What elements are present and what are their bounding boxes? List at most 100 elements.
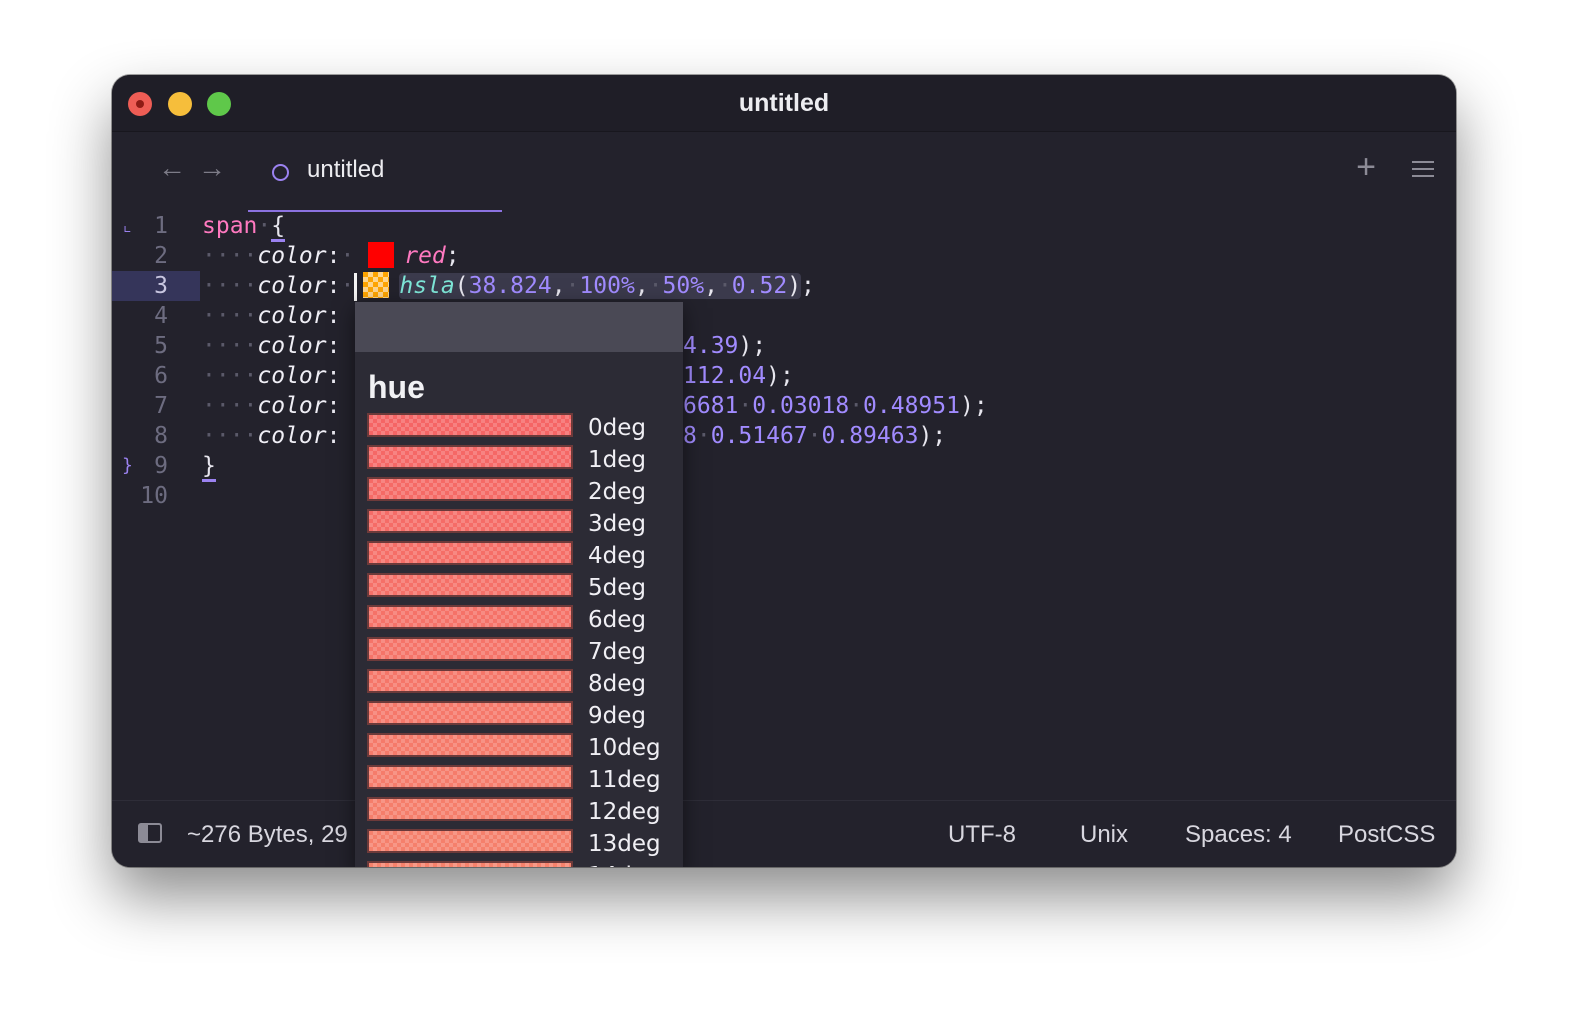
syntax-selector[interactable]: PostCSS <box>1338 821 1435 849</box>
window-title: untitled <box>738 89 830 117</box>
hue-color-bar <box>367 669 573 693</box>
indentation-selector[interactable]: Spaces: 4 <box>1185 821 1292 849</box>
forward-arrow-icon[interactable]: → <box>198 154 226 182</box>
text-cursor <box>354 272 358 301</box>
hue-color-bar <box>367 733 573 757</box>
hue-color-bar <box>367 861 573 867</box>
hue-option[interactable]: 5deg <box>367 573 683 605</box>
hue-color-bar <box>367 797 573 821</box>
line-number: 8 <box>154 423 168 449</box>
code-line: 2 ····color:· red; <box>112 241 1456 271</box>
hue-option-label: 9deg <box>588 703 646 729</box>
code-line: } 9 } <box>112 451 1456 482</box>
hue-option[interactable]: 6deg <box>367 605 683 637</box>
line-number: 4 <box>154 303 168 329</box>
hue-color-bar <box>367 765 573 789</box>
code-line: 6 ····color: 112.04); <box>112 361 1456 391</box>
line-number: 7 <box>154 393 168 419</box>
line-endings-selector[interactable]: Unix <box>1080 821 1128 849</box>
line-code: ····color: <box>202 363 341 389</box>
tab-bar: ← → untitled + <box>112 132 1456 212</box>
tab-label: untitled <box>307 156 385 183</box>
line-number: 9 <box>154 453 168 479</box>
hue-option-label: 2deg <box>588 479 646 505</box>
hue-option[interactable]: 9deg <box>367 701 683 733</box>
hue-option-label: 14deg <box>588 863 661 867</box>
hue-option[interactable]: 2deg <box>367 477 683 509</box>
hue-option-label: 3deg <box>588 511 646 537</box>
line-code: } <box>202 451 216 482</box>
hue-option-label: 5deg <box>588 575 646 601</box>
code-line: ⌞ 1 span·{ <box>112 211 1456 242</box>
hue-option[interactable]: 4deg <box>367 541 683 573</box>
tab-untitled[interactable]: untitled <box>248 132 502 212</box>
hue-color-bar <box>367 573 573 597</box>
code-line: 4 ····color: <box>112 301 1456 331</box>
title-bar: untitled <box>112 75 1456 132</box>
editor-window: untitled ← → untitled + ⌞ 1 span·{ 2 ···… <box>112 75 1456 867</box>
hue-color-bar <box>367 445 573 469</box>
hamburger-menu-icon[interactable] <box>1412 161 1434 182</box>
hue-option[interactable]: 14deg <box>367 861 683 867</box>
line-code: ····color: <box>202 423 341 449</box>
hue-option[interactable]: 10deg <box>367 733 683 765</box>
selector-token: span <box>202 213 258 239</box>
hue-option-label: 13deg <box>588 831 661 857</box>
file-info: ~276 Bytes, 29 <box>187 821 348 848</box>
code-editor[interactable]: ⌞ 1 span·{ 2 ····color:· red; 3 ····colo… <box>112 211 1456 801</box>
sidebar-toggle-icon[interactable] <box>138 823 162 843</box>
hue-option-label: 4deg <box>588 543 646 569</box>
hue-option-label: 0deg <box>588 415 646 441</box>
line-number: 2 <box>154 243 168 269</box>
hue-color-bar <box>367 413 573 437</box>
hue-color-bar <box>367 477 573 501</box>
code-line: 5 ····color: 4.39); <box>112 331 1456 361</box>
color-completion-popup: hue 0deg 1deg 2deg 3deg 4deg 5deg 6deg 7deg 8deg… <box>355 302 683 867</box>
brace-close-token: } <box>202 453 216 482</box>
code-line: 7 ····color: 6681·0.03018·0.48951); <box>112 391 1456 421</box>
line-code: ····color: <box>202 303 341 329</box>
hue-color-bar <box>367 829 573 853</box>
hue-option[interactable]: 1deg <box>367 445 683 477</box>
hue-option-label: 8deg <box>588 671 646 697</box>
hsla-value: hsla(38.824,·100%,·50%,·0.52) <box>399 273 802 299</box>
new-tab-plus-icon[interactable]: + <box>1356 150 1376 184</box>
line-code: span·{ <box>202 211 286 242</box>
hue-option-label: 7deg <box>588 639 646 665</box>
hue-list: 0deg 1deg 2deg 3deg 4deg 5deg 6deg 7deg 8deg 9deg… <box>367 413 683 867</box>
encoding-selector[interactable]: UTF-8 <box>948 821 1016 849</box>
hue-color-bar <box>367 509 573 533</box>
line-number: 1 <box>154 213 168 239</box>
hue-option[interactable]: 12deg <box>367 797 683 829</box>
line-code: ····color:· red; <box>202 241 460 269</box>
hue-option-label: 6deg <box>588 607 646 633</box>
line-number: 3 <box>112 271 200 301</box>
code-line: 10 <box>112 481 1456 511</box>
code-line-current: 3 ····color:· hsla(38.824,·100%,·50%,·0.5… <box>112 271 1456 301</box>
color-swatch-orange[interactable] <box>363 271 390 298</box>
popup-header <box>355 302 683 352</box>
hue-option[interactable]: 8deg <box>367 669 683 701</box>
code-line: 8 ····color: 8·0.51467·0.89463); <box>112 421 1456 451</box>
hue-color-bar <box>367 605 573 629</box>
hue-color-bar <box>367 541 573 565</box>
hue-option-label: 10deg <box>588 735 661 761</box>
hue-option-label: 11deg <box>588 767 661 793</box>
line-number: 10 <box>140 483 168 509</box>
hue-option[interactable]: 11deg <box>367 765 683 797</box>
hue-color-bar <box>367 701 573 725</box>
line-code: ····color: <box>202 333 341 359</box>
hue-option[interactable]: 7deg <box>367 637 683 669</box>
back-arrow-icon[interactable]: ← <box>158 154 186 182</box>
hue-option[interactable]: 3deg <box>367 509 683 541</box>
hue-option[interactable]: 13deg <box>367 829 683 861</box>
line-number: 6 <box>154 363 168 389</box>
hue-option[interactable]: 0deg <box>367 413 683 445</box>
brace-open-token: { <box>271 213 286 242</box>
line-number: 5 <box>154 333 168 359</box>
hue-option-label: 12deg <box>588 799 661 825</box>
unsaved-dot-icon <box>272 164 289 181</box>
status-bar: ~276 Bytes, 29 UTF-8 Unix Spaces: 4 Post… <box>112 800 1456 867</box>
line-code: ····color: <box>202 393 341 419</box>
color-swatch-red[interactable] <box>368 241 395 268</box>
